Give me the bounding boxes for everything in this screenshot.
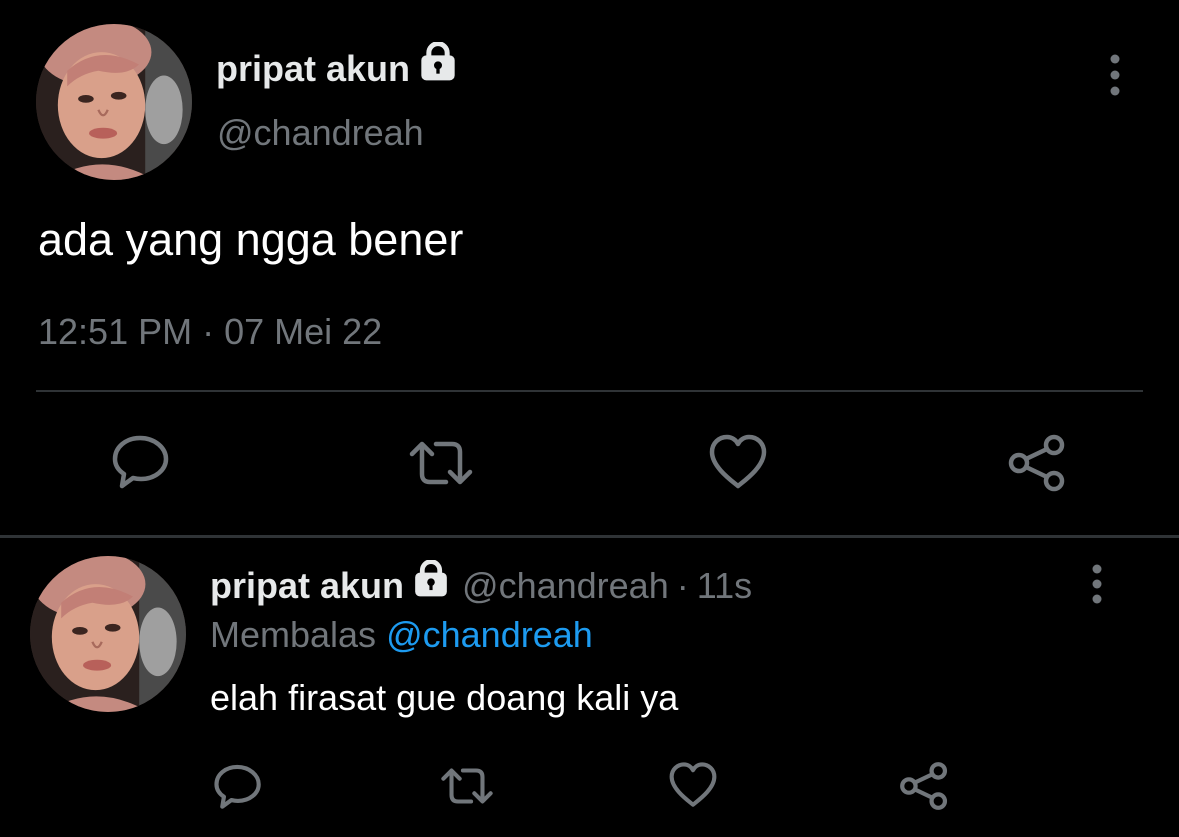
reply-icon[interactable] xyxy=(112,432,170,490)
share-icon[interactable] xyxy=(1006,432,1068,494)
reply-header: pripat akun @chandreah · 11s xyxy=(210,559,752,611)
reply-icon[interactable] xyxy=(214,762,262,810)
replying-label: Membalas xyxy=(210,614,377,655)
retweet-icon[interactable] xyxy=(440,764,494,808)
section-divider xyxy=(0,535,1179,538)
author-display-name: pripat akun xyxy=(216,47,411,89)
like-icon[interactable] xyxy=(708,434,768,490)
reply-text: elah firasat gue doang kali ya xyxy=(210,677,679,718)
tweet-text: ada yang ngga bener xyxy=(38,214,464,265)
mention-link[interactable]: @chandreah xyxy=(386,614,593,655)
replying-to: Membalas @chandreah xyxy=(210,610,593,660)
author-handle[interactable]: @chandreah xyxy=(217,108,424,158)
separator: · xyxy=(676,564,689,606)
avatar[interactable] xyxy=(30,556,186,712)
divider xyxy=(36,390,1143,392)
author-handle[interactable]: @chandreah xyxy=(462,561,669,611)
share-icon[interactable] xyxy=(898,760,950,812)
tweet-timestamp[interactable]: 12:51 PM · 07 Mei 22 xyxy=(38,307,382,357)
author-name[interactable]: pripat akun xyxy=(216,41,458,95)
author-name[interactable]: pripat akun xyxy=(210,559,450,611)
lock-icon xyxy=(418,41,458,95)
author-display-name: pripat akun xyxy=(210,564,405,606)
avatar[interactable] xyxy=(36,24,192,180)
reply-time[interactable]: 11s xyxy=(697,561,752,611)
lock-icon xyxy=(412,559,450,611)
like-icon[interactable] xyxy=(668,762,718,808)
more-vertical-icon[interactable] xyxy=(1083,562,1111,606)
retweet-icon[interactable] xyxy=(408,436,474,490)
more-vertical-icon[interactable] xyxy=(1100,52,1130,98)
